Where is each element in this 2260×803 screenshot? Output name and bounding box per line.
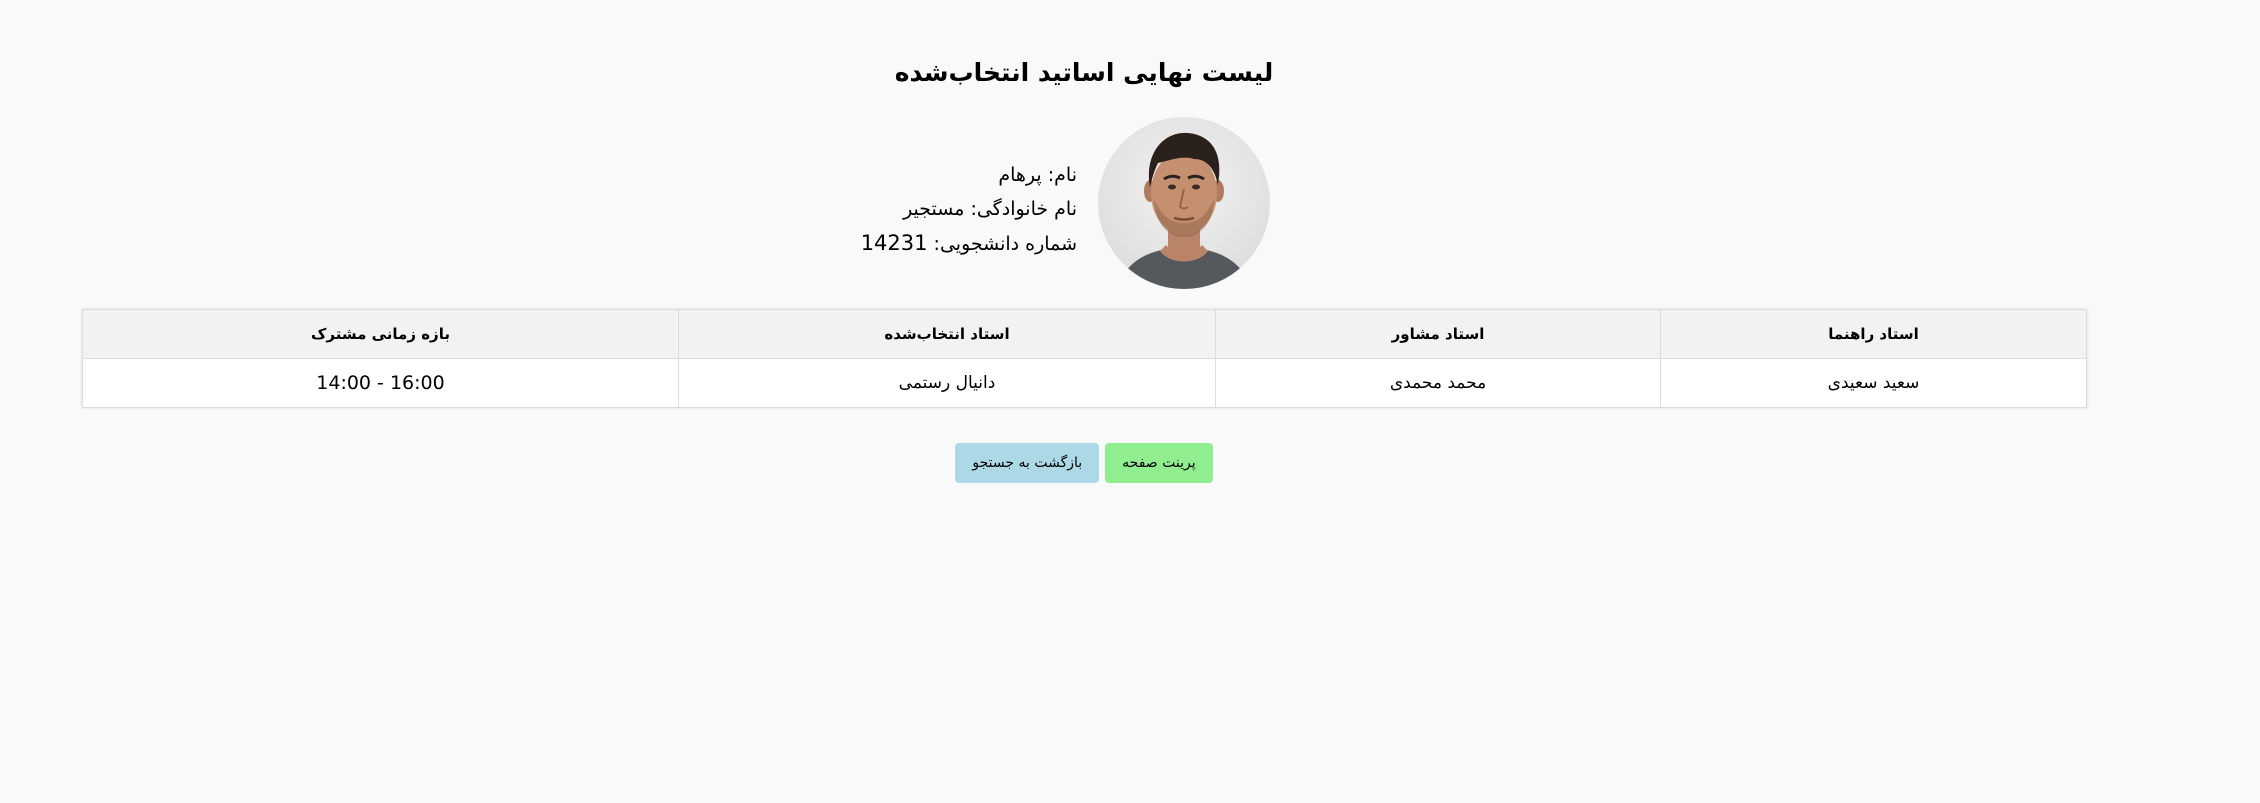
student-photo bbox=[1098, 117, 1270, 289]
cell-selected-teacher: دانیال رستمی bbox=[678, 358, 1216, 408]
cell-common-time: 14:00 - 16:00 bbox=[82, 358, 679, 408]
common-time-value: 14:00 - 16:00 bbox=[316, 372, 445, 394]
teachers-table: استاد راهنما استاد مشاور استاد انتخاب‌شد… bbox=[82, 309, 2087, 408]
header-supervisor: استاد راهنما bbox=[1660, 309, 2087, 359]
print-button[interactable]: پرینت صفحه bbox=[1105, 443, 1213, 483]
action-buttons: پرینت صفحه بازگشت به جستجو bbox=[0, 443, 2168, 483]
table-row: سعید سعیدی محمد محمدی دانیال رستمی 14:00… bbox=[82, 358, 2087, 408]
student-first-name: نام: پرهام bbox=[998, 164, 1077, 186]
page-title: لیست نهایی اساتید انتخاب‌شده bbox=[894, 58, 1274, 87]
header-advisor: استاد مشاور bbox=[1215, 309, 1661, 359]
student-info: نام: پرهام نام خانوادگی: مستجیر شماره دا… bbox=[861, 158, 1077, 261]
student-profile: نام: پرهام نام خانوادگی: مستجیر شماره دا… bbox=[860, 117, 1270, 289]
header-common-time: بازه زمانی مشترک bbox=[82, 309, 679, 359]
cell-supervisor: سعید سعیدی bbox=[1660, 358, 2087, 408]
student-id-label: شماره دانشجویی: bbox=[927, 233, 1077, 255]
cell-advisor: محمد محمدی bbox=[1215, 358, 1661, 408]
student-avatar bbox=[1098, 117, 1270, 289]
table-header-row: استاد راهنما استاد مشاور استاد انتخاب‌شد… bbox=[82, 309, 2087, 359]
student-last-name: نام خانوادگی: مستجیر bbox=[903, 198, 1077, 220]
header-selected-teacher: استاد انتخاب‌شده bbox=[678, 309, 1216, 359]
page: لیست نهایی اساتید انتخاب‌شده bbox=[0, 0, 2260, 803]
student-id-value: 14231 bbox=[860, 231, 928, 255]
student-id-line: شماره دانشجویی: 14231 bbox=[861, 226, 1077, 261]
back-to-search-button[interactable]: بازگشت به جستجو bbox=[955, 443, 1100, 483]
